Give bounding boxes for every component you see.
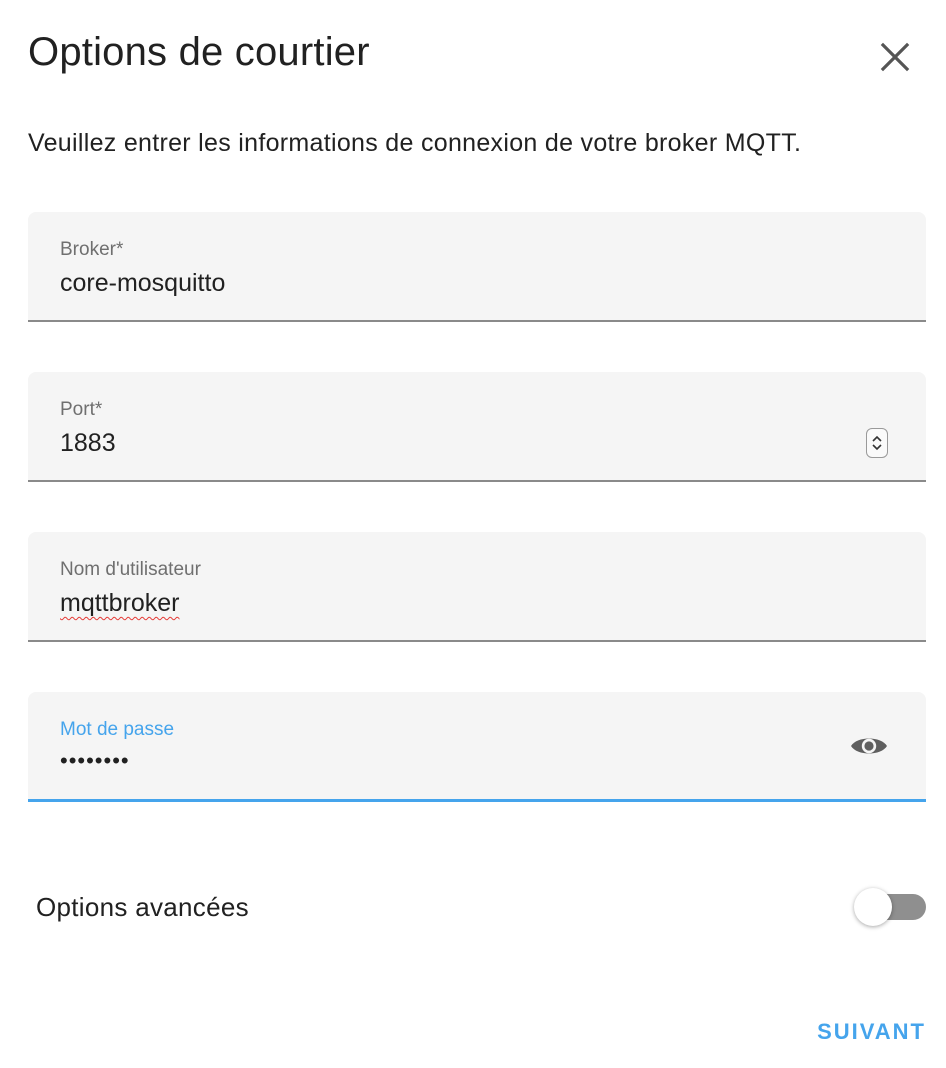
dialog-title: Options de courtier	[28, 30, 370, 74]
port-field[interactable]: Port* 1883	[28, 372, 926, 482]
broker-input[interactable]: core-mosquitto	[60, 267, 820, 299]
spinner-up-icon[interactable]	[871, 434, 883, 443]
password-label: Mot de passe	[60, 719, 175, 740]
eye-icon	[850, 733, 888, 764]
password-input[interactable]: ••••••••	[60, 745, 820, 777]
broker-options-dialog: Options de courtier Veuillez entrer les …	[0, 0, 946, 1068]
dialog-description: Veuillez entrer les informations de conn…	[28, 129, 802, 157]
username-input[interactable]: mqttbroker	[60, 587, 820, 619]
close-button[interactable]	[868, 32, 922, 86]
number-spinner-icon[interactable]	[866, 428, 888, 458]
toggle-thumb	[854, 888, 892, 926]
advanced-options-label: Options avancées	[36, 892, 249, 922]
advanced-options-toggle[interactable]	[854, 886, 928, 930]
username-label: Nom d'utilisateur	[60, 559, 201, 580]
show-password-button[interactable]	[846, 728, 892, 768]
port-label: Port*	[60, 399, 103, 420]
password-field[interactable]: Mot de passe ••••••••	[28, 692, 926, 802]
close-icon	[879, 41, 911, 78]
username-field[interactable]: Nom d'utilisateur mqttbroker	[28, 532, 926, 642]
broker-label: Broker*	[60, 239, 124, 260]
port-input[interactable]: 1883	[60, 427, 820, 459]
username-value: mqttbroker	[60, 589, 180, 617]
broker-field[interactable]: Broker* core-mosquitto	[28, 212, 926, 322]
next-button[interactable]: SUIVANT	[800, 1010, 930, 1054]
spinner-down-icon[interactable]	[871, 443, 883, 452]
